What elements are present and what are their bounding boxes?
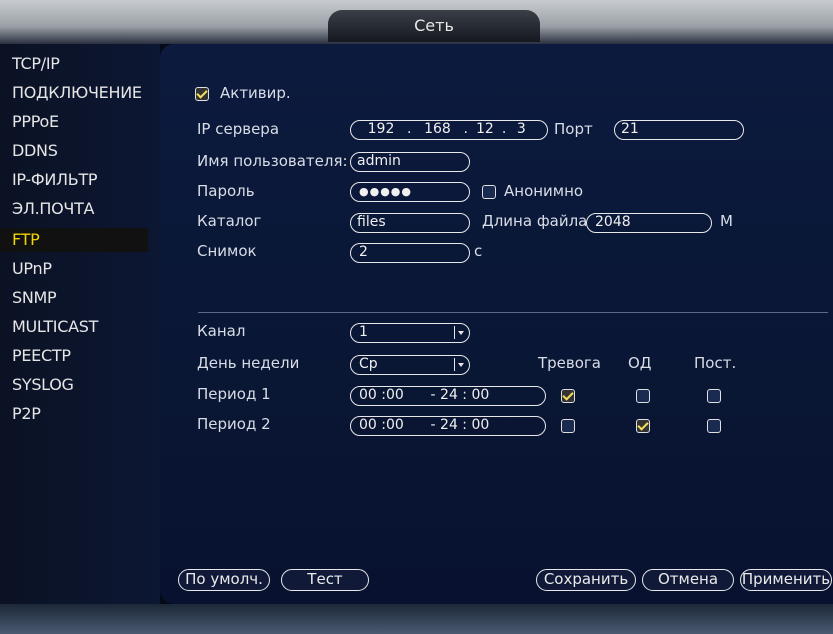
end-minute: 00 bbox=[471, 387, 490, 403]
sidebar-item-snmp[interactable]: SNMP bbox=[12, 286, 57, 310]
period-1-regular-checkbox[interactable] bbox=[707, 389, 721, 403]
sidebar-item-tcpip[interactable]: TCP/IP bbox=[12, 52, 60, 76]
enable-label: Активир. bbox=[220, 84, 291, 102]
save-button[interactable]: Сохранить bbox=[536, 569, 636, 591]
ip-octet-3: 12 bbox=[475, 121, 494, 137]
channel-label: Канал bbox=[197, 322, 246, 340]
period-1-label: Период 1 bbox=[197, 385, 271, 403]
sidebar-item-multicast[interactable]: MULTICAST bbox=[12, 315, 98, 339]
channel-value: 1 bbox=[359, 324, 368, 340]
ip-octet-1: 192 bbox=[367, 121, 395, 137]
server-ip-label: IP сервера bbox=[197, 120, 280, 138]
test-button[interactable]: Тест bbox=[281, 569, 369, 591]
sidebar-item-ftp[interactable]: FTP bbox=[0, 228, 148, 252]
sidebar-item-registry[interactable]: РЕЕСТР bbox=[12, 344, 71, 368]
divider bbox=[198, 312, 828, 313]
username-label: Имя пользователя: bbox=[197, 152, 348, 170]
sidebar-item-upnp[interactable]: UPnP bbox=[12, 257, 52, 281]
period-2-alarm-checkbox[interactable] bbox=[561, 419, 575, 433]
sidebar-item-p2p[interactable]: P2P bbox=[12, 402, 41, 426]
period-2-md-checkbox[interactable] bbox=[636, 419, 650, 433]
ip-octet-4: 3 bbox=[516, 121, 526, 137]
col-regular-header: Пост. bbox=[694, 354, 737, 372]
period-1-time-field[interactable]: 00 :00 - 24 : 00 bbox=[350, 386, 546, 406]
sidebar-item-ip-filter[interactable]: IP-ФИЛЬТР bbox=[12, 168, 98, 192]
file-length-unit: M bbox=[720, 212, 733, 230]
directory-field[interactable]: files bbox=[350, 213, 470, 233]
enable-checkbox[interactable] bbox=[195, 87, 209, 101]
chevron-down-icon bbox=[454, 358, 467, 371]
ip-octet-2: 168 bbox=[424, 121, 451, 137]
snapshot-label: Снимок bbox=[197, 242, 257, 260]
port-field[interactable]: 21 bbox=[614, 120, 744, 140]
period-2-regular-checkbox[interactable] bbox=[707, 419, 721, 433]
sidebar-item-syslog[interactable]: SYSLOG bbox=[12, 373, 74, 397]
start-minute: 00 bbox=[386, 417, 404, 433]
end-hour: 24 bbox=[440, 387, 458, 403]
period-2-label: Период 2 bbox=[197, 415, 271, 433]
bottom-strip bbox=[0, 604, 833, 634]
directory-label: Каталог bbox=[197, 212, 262, 230]
apply-button[interactable]: Применить bbox=[740, 569, 832, 591]
sidebar-item-pppoe[interactable]: PPPoE bbox=[12, 110, 59, 134]
channel-select[interactable]: 1 bbox=[350, 323, 470, 343]
sidebar: TCP/IP ПОДКЛЮЧЕНИЕ PPPoE DDNS IP-ФИЛЬТР … bbox=[0, 44, 160, 604]
snapshot-field[interactable]: 2 bbox=[350, 243, 470, 263]
file-length-field[interactable]: 2048 bbox=[586, 213, 712, 233]
weekday-label: День недели bbox=[197, 354, 300, 372]
start-hour: 00 bbox=[359, 417, 377, 433]
col-md-header: ОД bbox=[628, 354, 652, 372]
sidebar-item-connection[interactable]: ПОДКЛЮЧЕНИЕ bbox=[12, 81, 142, 105]
sidebar-item-email[interactable]: ЭЛ.ПОЧТА bbox=[12, 197, 95, 221]
file-length-label: Длина файла bbox=[482, 212, 588, 230]
default-button[interactable]: По умолч. bbox=[178, 569, 270, 591]
end-minute: 00 bbox=[471, 417, 490, 433]
sidebar-item-ddns[interactable]: DDNS bbox=[12, 139, 58, 163]
end-hour: 24 bbox=[440, 417, 458, 433]
chevron-down-icon bbox=[454, 326, 467, 339]
password-label: Пароль bbox=[197, 182, 255, 200]
cancel-button[interactable]: Отмена bbox=[642, 569, 734, 591]
password-field[interactable]: ●●●●● bbox=[350, 182, 470, 202]
anonymous-checkbox[interactable] bbox=[482, 185, 496, 199]
start-hour: 00 bbox=[359, 387, 377, 403]
period-2-time-field[interactable]: 00 :00 - 24 : 00 bbox=[350, 416, 546, 436]
anonymous-label: Анонимно bbox=[504, 182, 584, 200]
port-label: Порт bbox=[554, 120, 593, 138]
start-minute: 00 bbox=[386, 387, 404, 403]
snapshot-unit: с bbox=[474, 242, 483, 260]
col-alarm-header: Тревога bbox=[538, 354, 602, 372]
period-1-alarm-checkbox[interactable] bbox=[561, 389, 575, 403]
weekday-select[interactable]: Ср bbox=[350, 355, 470, 375]
period-1-md-checkbox[interactable] bbox=[636, 389, 650, 403]
window-title: Сеть bbox=[328, 10, 540, 42]
server-ip-field[interactable]: 192. 168. 12. 3 bbox=[350, 120, 548, 140]
username-field[interactable]: admin bbox=[350, 152, 470, 172]
weekday-value: Ср bbox=[359, 356, 378, 372]
